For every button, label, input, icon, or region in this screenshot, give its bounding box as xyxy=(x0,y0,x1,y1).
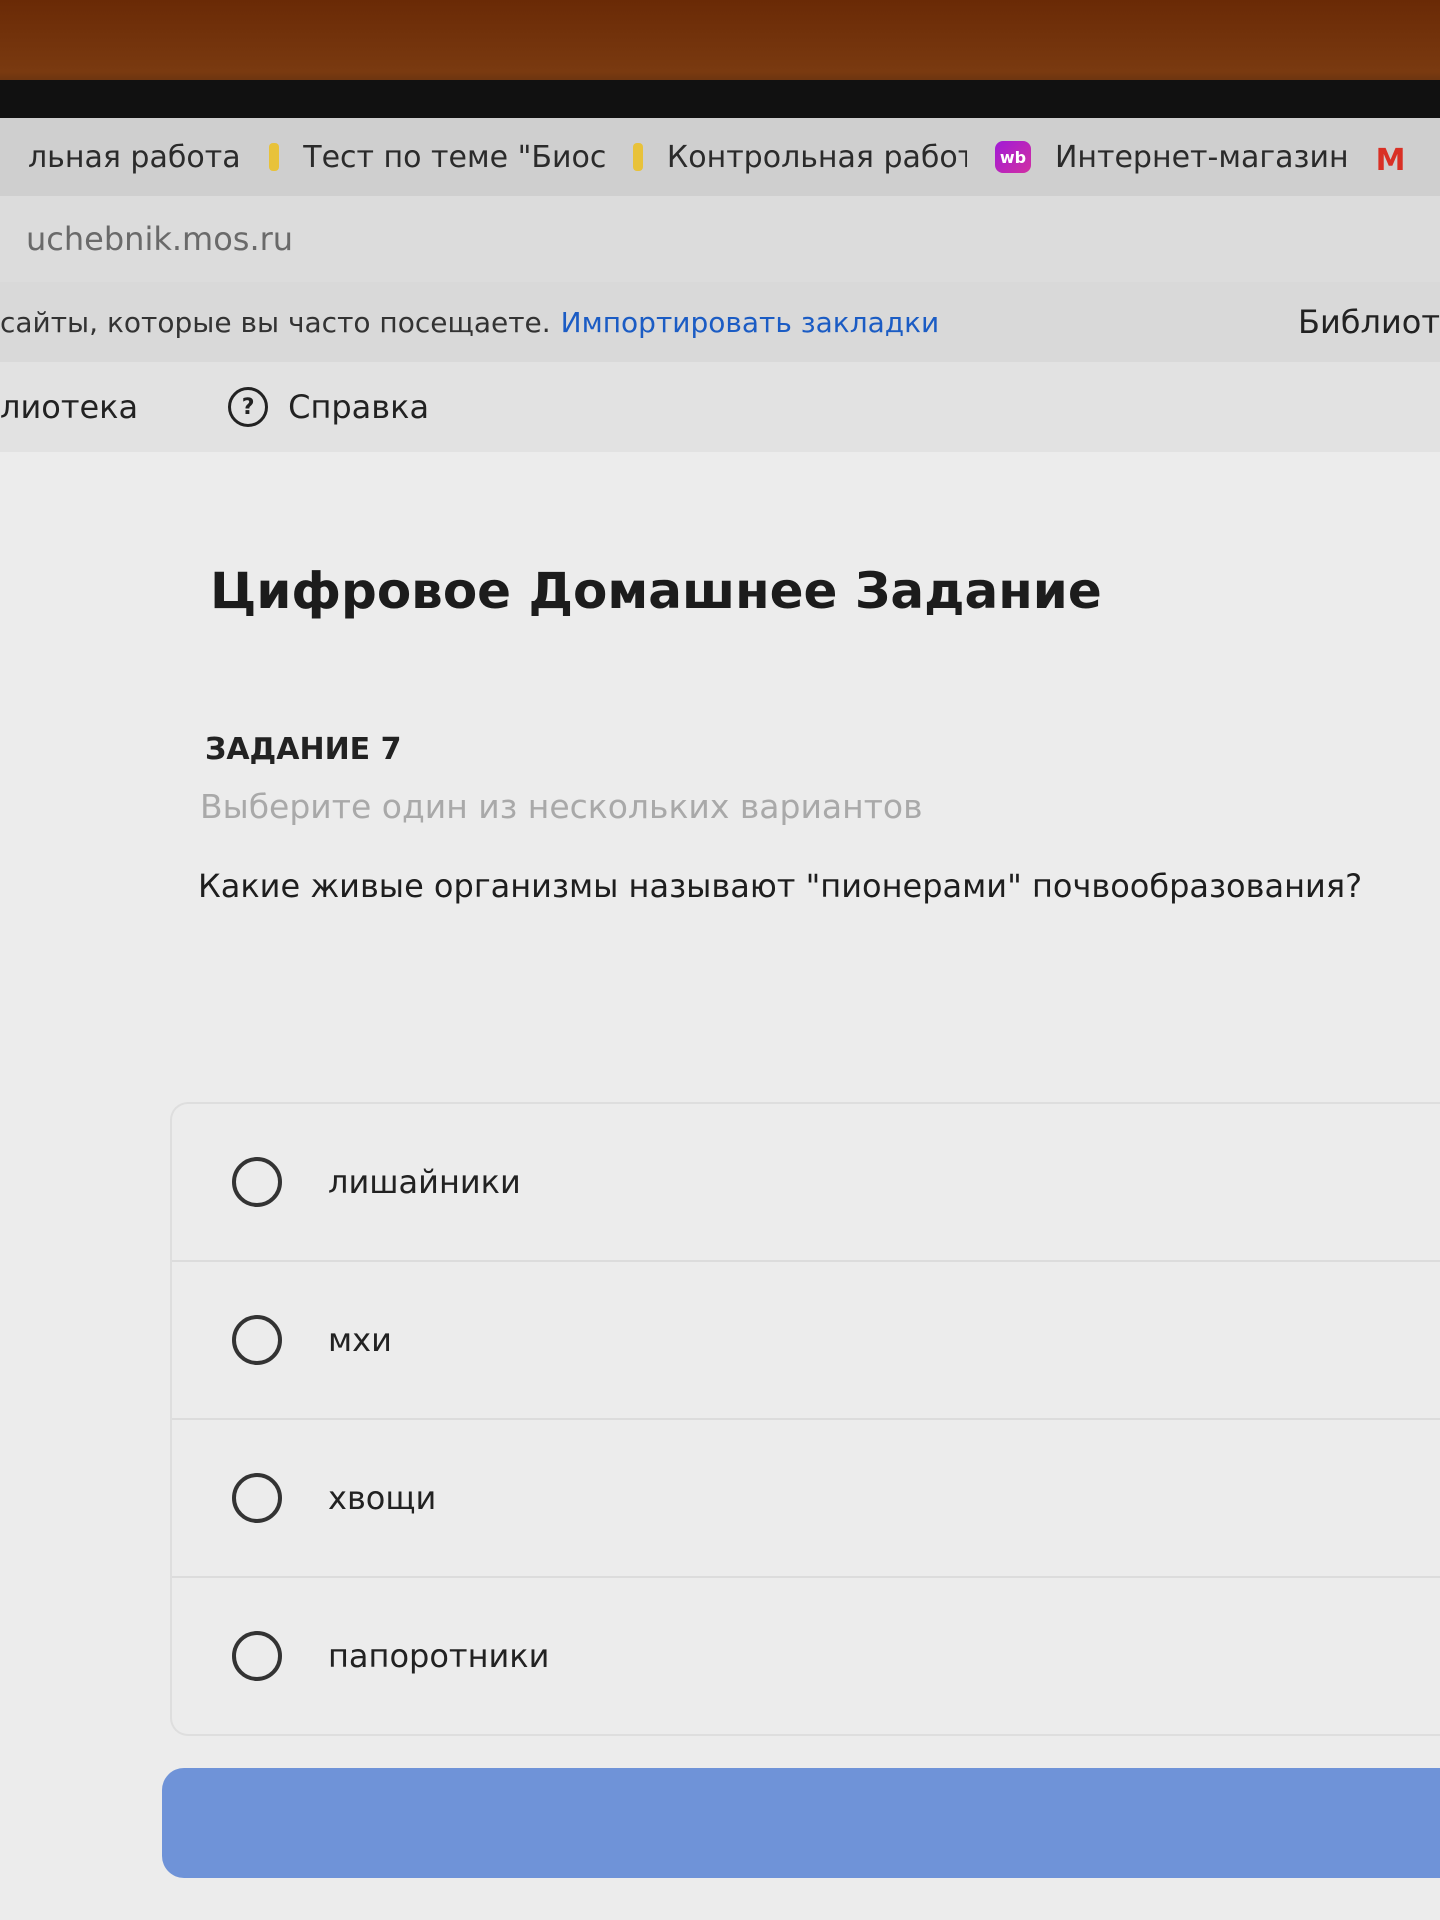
option-label: мхи xyxy=(328,1321,392,1359)
browser-tab-1[interactable]: льная работа xyxy=(0,118,241,196)
tab-label: льная работа xyxy=(28,139,241,175)
radio-button[interactable] xyxy=(232,1315,282,1365)
task-number: ЗАДАНИЕ 7 xyxy=(205,732,402,767)
import-bookmarks-link[interactable]: Импортировать закладки xyxy=(561,306,940,339)
address-bar[interactable]: uchebnik.mos.ru xyxy=(0,196,1440,282)
browser-tab-4[interactable]: wb Интернет-магазин V xyxy=(967,118,1348,196)
browser-tab-3[interactable]: Контрольная работа xyxy=(605,118,967,196)
option-label: хвощи xyxy=(328,1479,437,1517)
site-navigation: лиотека ? Справка xyxy=(0,362,1440,452)
bookmarks-bar: сайты, которые вы часто посещаете. Импор… xyxy=(0,282,1440,362)
question-circle-icon: ? xyxy=(228,387,269,427)
answer-option[interactable]: мхи xyxy=(172,1262,1440,1420)
bookmarks-hint: сайты, которые вы часто посещаете. xyxy=(0,305,551,339)
answer-option[interactable]: хвощи xyxy=(172,1420,1440,1578)
gmail-icon: M xyxy=(1375,143,1406,178)
url-text[interactable]: uchebnik.mos.ru xyxy=(26,220,293,258)
library-bookmark[interactable]: Библиот xyxy=(1298,303,1440,341)
answer-option[interactable]: папоротники xyxy=(172,1578,1440,1734)
yellow-doc-icon xyxy=(632,143,643,171)
tab-label: Интернет-магазин V xyxy=(1054,139,1348,175)
nav-library[interactable]: лиотека xyxy=(0,388,138,426)
browser-tab-5[interactable]: M xyxy=(1348,118,1440,196)
option-label: папоротники xyxy=(328,1637,550,1675)
answer-option[interactable]: лишайники xyxy=(172,1104,1440,1262)
wb-icon: wb xyxy=(994,141,1031,173)
answer-options: лишайники мхи хвощи папоротники xyxy=(170,1102,1440,1736)
browser-tab-bar: льная работа Тест по теме "Биосф Контрол… xyxy=(0,118,1440,196)
page-title: Цифровое Домашнее Задание xyxy=(210,562,1102,620)
tab-label: Тест по теме "Биосф xyxy=(303,139,605,175)
radio-button[interactable] xyxy=(232,1631,282,1681)
radio-button[interactable] xyxy=(232,1473,282,1523)
option-label: лишайники xyxy=(328,1163,521,1201)
task-instruction: Выберите один из нескольких вариантов xyxy=(200,787,923,826)
yellow-doc-icon xyxy=(269,143,280,171)
question-text: Какие живые организмы называют "пионерам… xyxy=(198,867,1363,905)
submit-button[interactable] xyxy=(162,1768,1440,1878)
nav-help[interactable]: ? Справка xyxy=(228,387,429,427)
help-label: Справка xyxy=(288,388,430,426)
radio-button[interactable] xyxy=(232,1157,282,1207)
main-content: Цифровое Домашнее Задание ЗАДАНИЕ 7 Выбе… xyxy=(0,452,1440,1920)
browser-tab-2[interactable]: Тест по теме "Биосф xyxy=(241,118,605,196)
tab-label: Контрольная работа xyxy=(666,139,967,175)
